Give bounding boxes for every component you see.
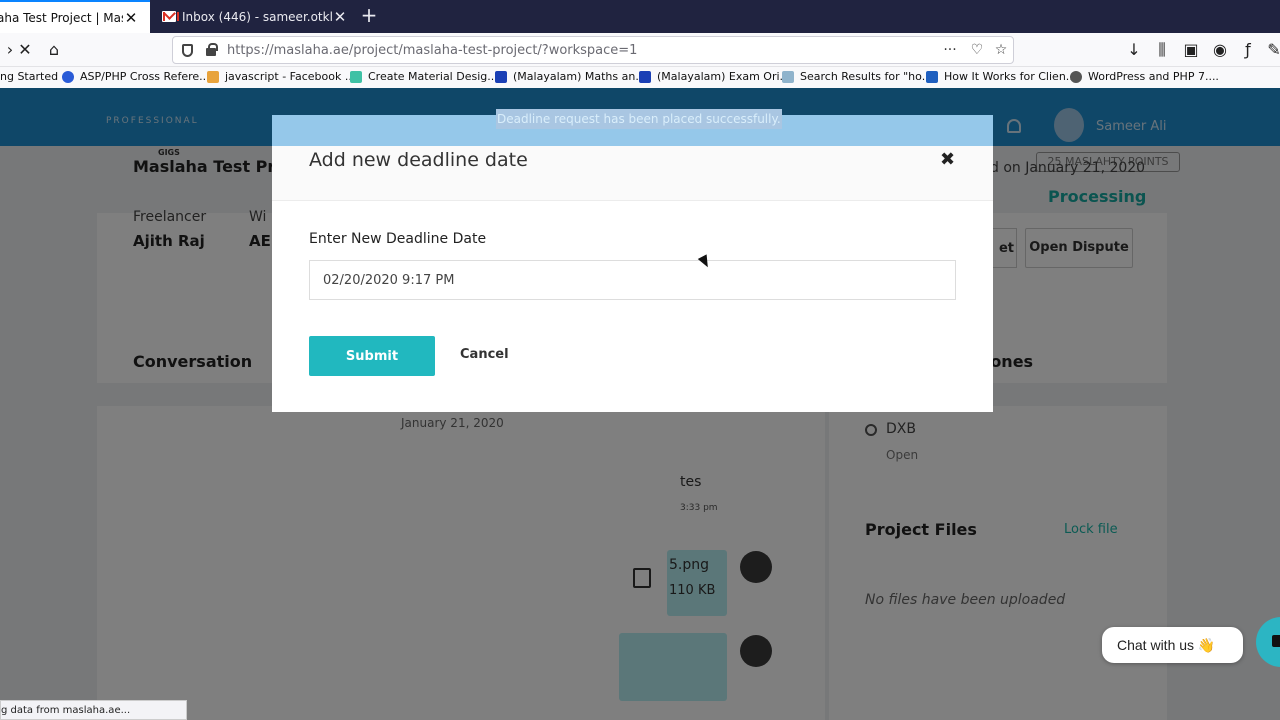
bookmark-item[interactable]: Search Results for "ho... <box>782 70 932 83</box>
material-icon <box>350 70 362 83</box>
globe-icon <box>62 70 74 83</box>
sidebar-icon[interactable]: ▣ <box>1181 40 1201 60</box>
wordpress-icon <box>1070 70 1082 83</box>
extension-icon[interactable]: ƒ <box>1238 40 1258 60</box>
success-message: Deadline request has been placed success… <box>496 109 782 129</box>
modal-header: Add new deadline date ✖ <box>272 146 993 201</box>
chat-icon <box>1272 635 1280 647</box>
bookmark-label: ng Started <box>0 70 59 83</box>
tab-maslaha[interactable]: aha Test Project | Maslaha ✕ <box>0 0 150 33</box>
bookmark-item[interactable]: Create Material Desig... <box>350 70 498 83</box>
bookmark-label: How It Works for Clien... <box>944 70 1077 83</box>
browser-status-bar: g data from maslaha.ae... <box>0 700 187 720</box>
filter-icon <box>639 70 651 83</box>
bookmark-label: javascript - Facebook ... <box>225 70 356 83</box>
bookmark-label: (Malayalam) Exam Ori... <box>657 70 791 83</box>
bookmark-item[interactable]: javascript - Facebook ... <box>207 70 355 83</box>
bookmark-item[interactable]: (Malayalam) Maths an... <box>495 70 646 83</box>
bookmark-item[interactable]: (Malayalam) Exam Ori... <box>639 70 790 83</box>
success-banner: Deadline request has been placed success… <box>272 109 993 146</box>
more-icon[interactable]: ··· <box>941 41 959 59</box>
browser-navbar: › ✕ ⌂ https://maslaha.ae/project/maslaha… <box>0 33 1280 67</box>
url-bar[interactable]: https://maslaha.ae/project/maslaha-test-… <box>172 36 1014 64</box>
stack-icon <box>782 70 794 83</box>
cancel-button[interactable]: Cancel <box>460 347 509 362</box>
bookmarks-bar: ng Started ASP/PHP Cross Refere... javas… <box>0 67 1280 88</box>
bookmark-item[interactable]: How It Works for Clien... <box>926 70 1076 83</box>
home-icon[interactable]: ⌂ <box>44 40 64 60</box>
download-icon[interactable]: ↓ <box>1124 40 1144 60</box>
tab-label: Inbox (446) - sameer.otkl@gmail.com <box>182 9 332 24</box>
url-text[interactable]: https://maslaha.ae/project/maslaha-test-… <box>227 43 637 58</box>
pen-icon[interactable]: ✎ <box>1264 40 1280 60</box>
new-tab-icon[interactable]: + <box>359 4 379 28</box>
bookmark-item[interactable]: ASP/PHP Cross Refere... <box>62 70 210 83</box>
bookmark-item[interactable]: ng Started <box>0 70 58 83</box>
bookmark-label: ASP/PHP Cross Refere... <box>80 70 210 83</box>
lock-icon[interactable] <box>206 43 218 56</box>
filter-icon <box>495 70 507 83</box>
tab-inbox[interactable]: Inbox (446) - sameer.otkl@gmail.com ✕ <box>151 0 354 33</box>
deadline-field-label: Enter New Deadline Date <box>309 231 487 247</box>
chat-with-us-button[interactable]: Chat with us 👋 <box>1102 627 1243 663</box>
bookmark-label: Create Material Desig... <box>368 70 498 83</box>
submit-button[interactable]: Submit <box>309 336 435 376</box>
close-icon[interactable]: ✕ <box>123 9 139 27</box>
pocket-icon[interactable]: ♡ <box>968 41 986 59</box>
browser-tab-strip: aha Test Project | Maslaha ✕ Inbox (446)… <box>0 0 1280 33</box>
deadline-modal: Deadline request has been placed success… <box>272 109 993 412</box>
bookmark-label: WordPress and PHP 7.... <box>1088 70 1219 83</box>
close-icon[interactable]: ✖ <box>940 149 955 170</box>
bookmark-item[interactable]: WordPress and PHP 7.... <box>1070 70 1219 83</box>
bookmark-label: Search Results for "ho... <box>800 70 933 83</box>
tab-label: aha Test Project | Maslaha <box>0 10 123 25</box>
page-icon <box>207 70 219 83</box>
shield-icon[interactable] <box>182 44 193 57</box>
gmail-icon <box>162 11 179 22</box>
gig-icon <box>926 70 938 83</box>
star-icon[interactable]: ☆ <box>992 41 1010 59</box>
close-icon[interactable]: ✕ <box>332 8 348 26</box>
deadline-date-input[interactable] <box>309 260 956 300</box>
bookmark-label: (Malayalam) Maths an... <box>513 70 646 83</box>
stop-icon[interactable]: ✕ <box>15 40 35 60</box>
library-icon[interactable]: ⫼ <box>1152 40 1172 60</box>
modal-title: Add new deadline date <box>309 149 528 171</box>
account-icon[interactable]: ◉ <box>1210 40 1230 60</box>
